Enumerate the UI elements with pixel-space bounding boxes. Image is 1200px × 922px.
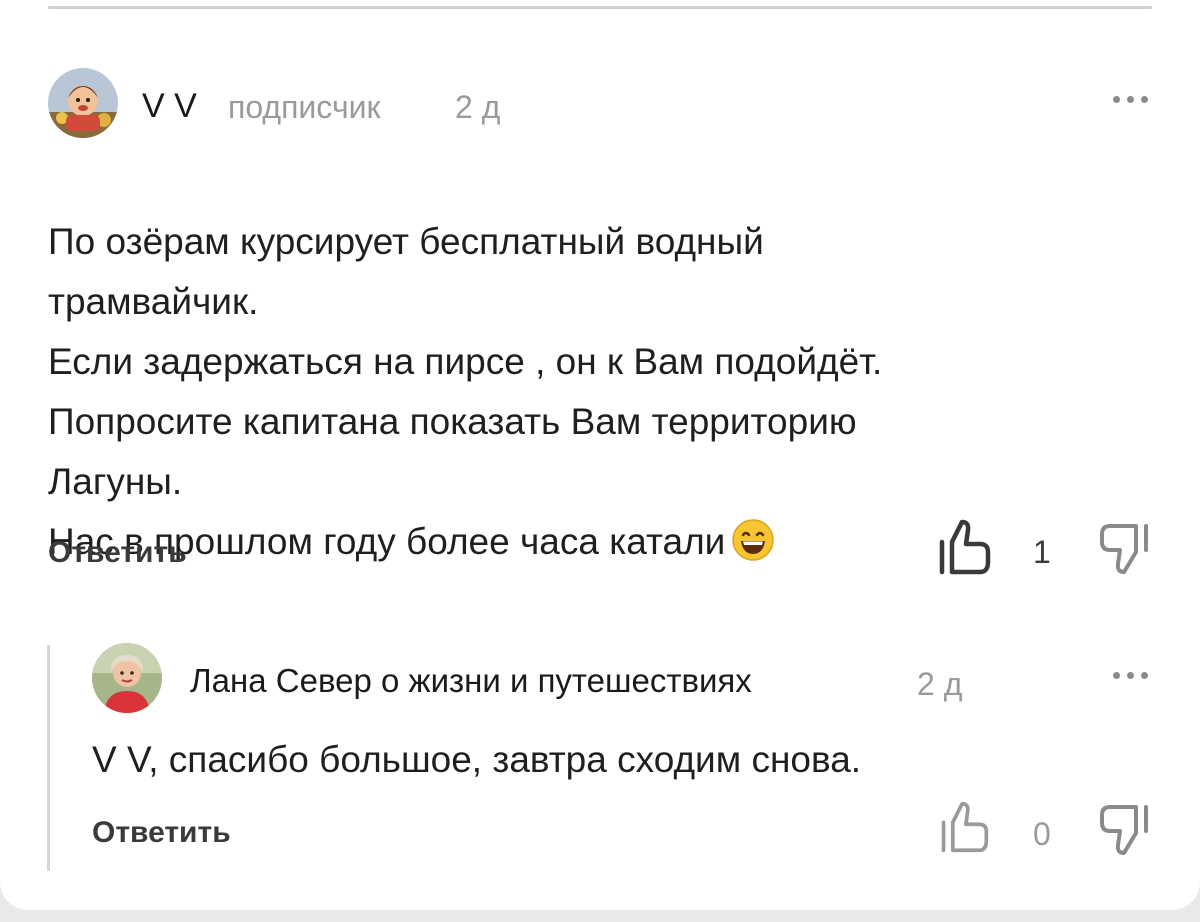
thumbs-up-icon	[941, 801, 989, 853]
thumbs-up-icon	[939, 519, 991, 575]
thumbs-down-icon	[1100, 524, 1148, 574]
reply-button[interactable]: Ответить	[48, 538, 187, 568]
grinning-face-emoji	[731, 518, 775, 580]
like-count: 1	[1033, 534, 1051, 570]
comment-text: По озёрам курсирует бесплатный водный тр…	[48, 152, 1128, 580]
reply-like-button[interactable]	[936, 800, 992, 859]
more-dots-icon	[1140, 671, 1148, 679]
reply-more-options-button[interactable]	[1100, 660, 1160, 690]
subscriber-badge: подписчик	[228, 89, 381, 125]
avatar[interactable]	[92, 643, 162, 713]
thumbs-down-icon	[1100, 805, 1148, 855]
more-dots-icon	[1126, 95, 1134, 103]
dislike-button[interactable]	[1096, 522, 1152, 581]
reply-thread-line	[47, 645, 50, 871]
more-dots-icon	[1126, 671, 1134, 679]
more-dots-icon	[1112, 95, 1120, 103]
more-options-button[interactable]	[1100, 84, 1160, 114]
reply-like-count: 0	[1033, 816, 1051, 852]
more-dots-icon	[1140, 95, 1148, 103]
reply-time: 2 д	[917, 666, 963, 702]
comment-body: По озёрам курсирует бесплатный водный тр…	[48, 221, 883, 562]
comment-author[interactable]: V V	[142, 89, 197, 123]
top-divider	[48, 6, 1152, 9]
reply-author[interactable]: Лана Север о жизни и путешествиях	[190, 664, 752, 697]
comments-card: V V подписчик 2 д По озёрам курсирует бе…	[0, 0, 1200, 910]
reply-button[interactable]: Ответить	[92, 818, 231, 848]
avatar[interactable]	[48, 68, 118, 138]
more-dots-icon	[1112, 671, 1120, 679]
comment-time: 2 д	[455, 89, 501, 125]
reply-text: V V, спасибо большое, завтра сходим снов…	[92, 739, 862, 780]
reply-dislike-button[interactable]	[1096, 803, 1152, 862]
like-button[interactable]	[934, 518, 994, 581]
